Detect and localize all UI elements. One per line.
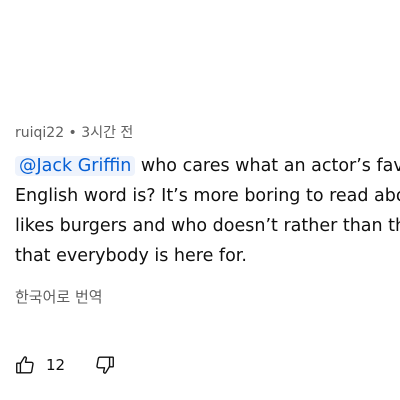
comment-text: who cares what an actor’s fav [135,156,400,176]
dislike-button[interactable] [93,353,117,377]
comment-header: ruiqi22 • 3시간 전 [15,124,400,142]
thumbs-down-icon [96,356,115,374]
comment-timestamp[interactable]: 3시간 전 [81,125,133,141]
translate-button[interactable]: 한국어로 번역 [15,286,103,307]
comment-author[interactable]: ruiqi22 [15,125,64,141]
comment-body: @Jack Griffin who cares what an actor’s … [15,151,400,271]
comment-actions: 12 [13,352,117,378]
comment-text: likes burgers and who doesn’t rather tha… [15,216,400,236]
comment: ruiqi22 • 3시간 전 @Jack Griffin who cares … [15,124,400,271]
comment-line-1: @Jack Griffin who cares what an actor’s … [15,151,400,181]
thumbs-up-icon [16,356,34,374]
mention-link[interactable]: @Jack Griffin [15,156,136,176]
comment-text: English word is? It’s more boring to rea… [15,186,400,206]
header-separator: • [64,125,82,141]
like-count: 12 [46,356,66,374]
like-button[interactable] [13,353,37,377]
comment-text: that everybody is here for. [15,246,247,266]
